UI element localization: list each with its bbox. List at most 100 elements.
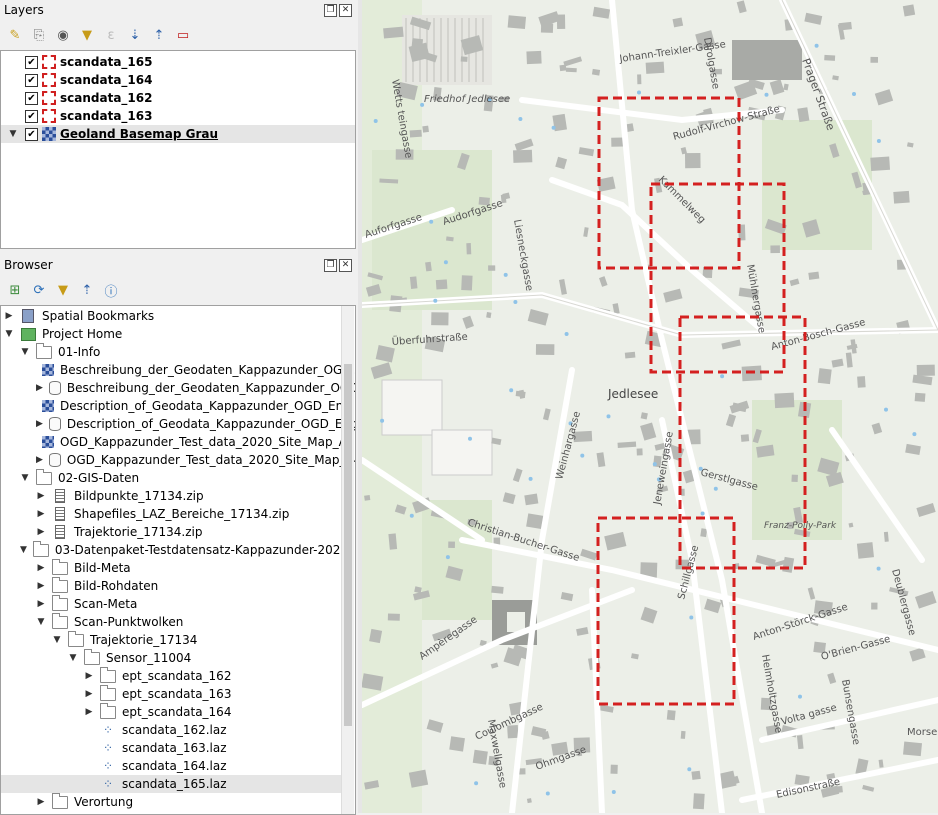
browser-item[interactable]: OGD_Kappazunder_Test_data_2020_Site_Map_… (1, 433, 355, 451)
float-dock-icon[interactable]: ❐ (324, 4, 337, 17)
browser-item[interactable]: ▶ Shapefiles_LAZ_Bereiche_17134.zip (1, 505, 341, 523)
expand-arrow-icon[interactable]: ▶ (36, 455, 43, 465)
browser-item[interactable]: ▶ Bild-Rohdaten (1, 576, 341, 595)
browser-item[interactable]: ▶ Verortung (1, 792, 341, 811)
collapse-arrow-icon[interactable]: ▼ (52, 635, 62, 645)
layer-row[interactable]: ✔ scandata_165 (1, 53, 355, 71)
collapse-arrow-icon[interactable]: ▼ (20, 545, 27, 555)
browser-item[interactable]: ▶ Description_of_Geodata_Kappazunder_OGD_… (1, 415, 355, 433)
layer-visibility-checkbox[interactable]: ✔ (25, 73, 38, 87)
layer-visibility-checkbox[interactable]: ✔ (25, 109, 38, 123)
expand-arrow-icon[interactable]: ▶ (36, 563, 46, 573)
browser-item[interactable]: ▼ 02-GIS-Daten (1, 468, 341, 487)
map-canvas[interactable]: Prager Straße Friedhof Jedlesee Jedlesee… (362, 0, 938, 813)
expand-arrow-icon[interactable]: ▶ (36, 599, 46, 609)
browser-item[interactable]: ▶ Scan-Meta (1, 594, 341, 613)
collapse-arrow-icon[interactable]: ▼ (20, 347, 30, 357)
filter-legend-icon[interactable]: ▼ (78, 26, 96, 44)
expand-all-icon[interactable]: ⇣ (126, 26, 144, 44)
close-dock-icon[interactable]: ✕ (339, 259, 352, 272)
collapse-all-icon[interactable]: ⇡ (78, 281, 96, 299)
layer-row[interactable]: ✔ scandata_163 (1, 107, 355, 125)
filter-expression-icon[interactable]: ε (102, 26, 120, 44)
map-label: Friedhof Jedlesee (424, 94, 510, 105)
visibility-eye-icon[interactable]: ◉ (54, 26, 72, 44)
expand-arrow-icon[interactable]: ▶ (36, 797, 46, 807)
remove-layer-icon[interactable]: ▭ (174, 26, 192, 44)
collapse-all-icon[interactable]: ⇡ (150, 26, 168, 44)
browser-item[interactable]: Beschreibung_der_Geodaten_Kappazunder_OG… (1, 361, 355, 379)
expand-arrow-icon[interactable]: ▶ (36, 491, 46, 501)
properties-info-icon[interactable]: ⓘ (102, 281, 120, 300)
collapse-arrow-icon[interactable]: ▼ (20, 473, 30, 483)
browser-toolbar: ⊞ ⟳ ▼ ⇡ ⓘ (0, 277, 358, 303)
layer-row-selected[interactable]: ▼ ✔ Geoland Basemap Grau (1, 125, 355, 143)
layers-dock-titlebar[interactable]: Layers ❐ ✕ (0, 0, 358, 20)
browser-scrollbar[interactable] (341, 306, 354, 814)
collapse-arrow-icon[interactable]: ▼ (36, 617, 46, 627)
browser-item[interactable]: ▼ Sensor_11004 (1, 648, 341, 667)
add-selected-layers-icon[interactable]: ⊞ (6, 281, 24, 299)
layer-name: Geoland Basemap Grau (60, 127, 219, 141)
browser-item[interactable]: ▼ 01-Info (1, 342, 341, 361)
browser-item-label: Beschreibung_der_Geodaten_Kappazunder_OG… (60, 363, 356, 377)
browser-item[interactable]: ▶ Beschreibung_der_Geodaten_Kappazunder_O… (1, 379, 355, 397)
browser-dock-titlebar[interactable]: Browser ❐ ✕ (0, 255, 358, 275)
browser-item[interactable]: ▶ Bildpunkte_17134.zip (1, 487, 341, 505)
browser-item[interactable]: ▼ Project Home (1, 325, 341, 343)
browser-item[interactable]: ▶ OGD_Kappazunder_Test_data_2020_Site_Map… (1, 451, 355, 469)
map-label: Jedlesee (607, 387, 658, 401)
folder-icon (32, 540, 49, 557)
layer-row[interactable]: ✔ scandata_164 (1, 71, 355, 89)
browser-item[interactable]: ▶ Trajektorie_17134.zip (1, 523, 341, 541)
close-dock-icon[interactable]: ✕ (339, 4, 352, 17)
layer-visibility-checkbox[interactable]: ✔ (25, 91, 38, 105)
refresh-icon[interactable]: ⟳ (30, 281, 48, 299)
folder-icon (52, 576, 68, 593)
browser-item[interactable]: ▼ Scan-Punktwolken (1, 612, 341, 631)
expand-arrow-icon[interactable]: ▶ (84, 671, 94, 681)
browser-item[interactable]: ▶ Spatial Bookmarks (1, 307, 341, 325)
browser-item[interactable]: ▼ 03-Datenpaket-Testdatensatz-Kappazunder… (1, 540, 348, 559)
browser-item[interactable]: ⁘ scandata_164.laz (1, 757, 341, 775)
collapse-arrow-icon[interactable]: ▼ (4, 329, 14, 339)
scrollbar-thumb[interactable] (344, 364, 352, 726)
browser-item-label: scandata_164.laz (122, 759, 227, 773)
expand-arrow-icon[interactable]: ▶ (36, 383, 43, 393)
browser-item[interactable]: ▼ Trajektorie_17134 (1, 630, 341, 649)
folder-icon (100, 702, 116, 719)
browser-item[interactable]: ▶ ept_scandata_162 (1, 666, 341, 685)
collapse-arrow-icon[interactable]: ▼ (68, 653, 78, 663)
expand-arrow-icon[interactable]: ▶ (36, 509, 46, 519)
browser-item-label: ept_scandata_162 (122, 669, 232, 683)
float-dock-icon[interactable]: ❐ (324, 259, 337, 272)
filter-browser-icon[interactable]: ▼ (54, 281, 72, 299)
browser-item-label: OGD_Kappazunder_Test_data_2020_Site_Map_… (60, 435, 356, 449)
browser-item[interactable]: ▶ ept_scandata_163 (1, 684, 341, 703)
browser-item[interactable]: ⁘ scandata_163.laz (1, 739, 341, 757)
expand-arrow-icon[interactable]: ▶ (84, 689, 94, 699)
layer-visibility-checkbox[interactable]: ✔ (25, 55, 38, 69)
expand-arrow-icon[interactable]: ▶ (36, 581, 46, 591)
style-brush-icon[interactable]: ✎ (6, 26, 24, 44)
browser-item-label: Shapefiles_LAZ_Bereiche_17134.zip (74, 507, 290, 521)
browser-item[interactable]: Description_of_Geodata_Kappazunder_OGD_E… (1, 397, 355, 415)
expand-arrow-icon[interactable]: ▼ (1, 129, 25, 139)
browser-tree: ▶ Spatial Bookmarks ▼ Project Home ▼ 01-Info B… (0, 305, 356, 815)
expand-arrow-icon[interactable]: ▶ (4, 311, 14, 321)
layer-name: scandata_165 (60, 55, 153, 69)
expand-arrow-icon[interactable]: ▶ (84, 707, 94, 717)
browser-item[interactable]: ⁘ scandata_162.laz (1, 721, 341, 739)
add-group-icon[interactable]: ⎘ (30, 26, 48, 44)
expand-arrow-icon[interactable]: ▶ (36, 527, 46, 537)
browser-item[interactable]: ▶ Bild-Meta (1, 558, 341, 577)
browser-item[interactable]: ⁘ scandata_165.laz (1, 775, 341, 793)
layer-row[interactable]: ✔ scandata_162 (1, 89, 355, 107)
browser-item[interactable]: ▶ ept_scandata_164 (1, 702, 341, 721)
point-cloud-icon: ⁘ (102, 723, 114, 737)
database-icon (48, 453, 61, 467)
raster-tile-icon (42, 435, 54, 449)
expand-arrow-icon[interactable]: ▶ (36, 419, 43, 429)
browser-item-label: Scan-Punktwolken (74, 615, 184, 629)
layer-visibility-checkbox[interactable]: ✔ (25, 127, 38, 141)
